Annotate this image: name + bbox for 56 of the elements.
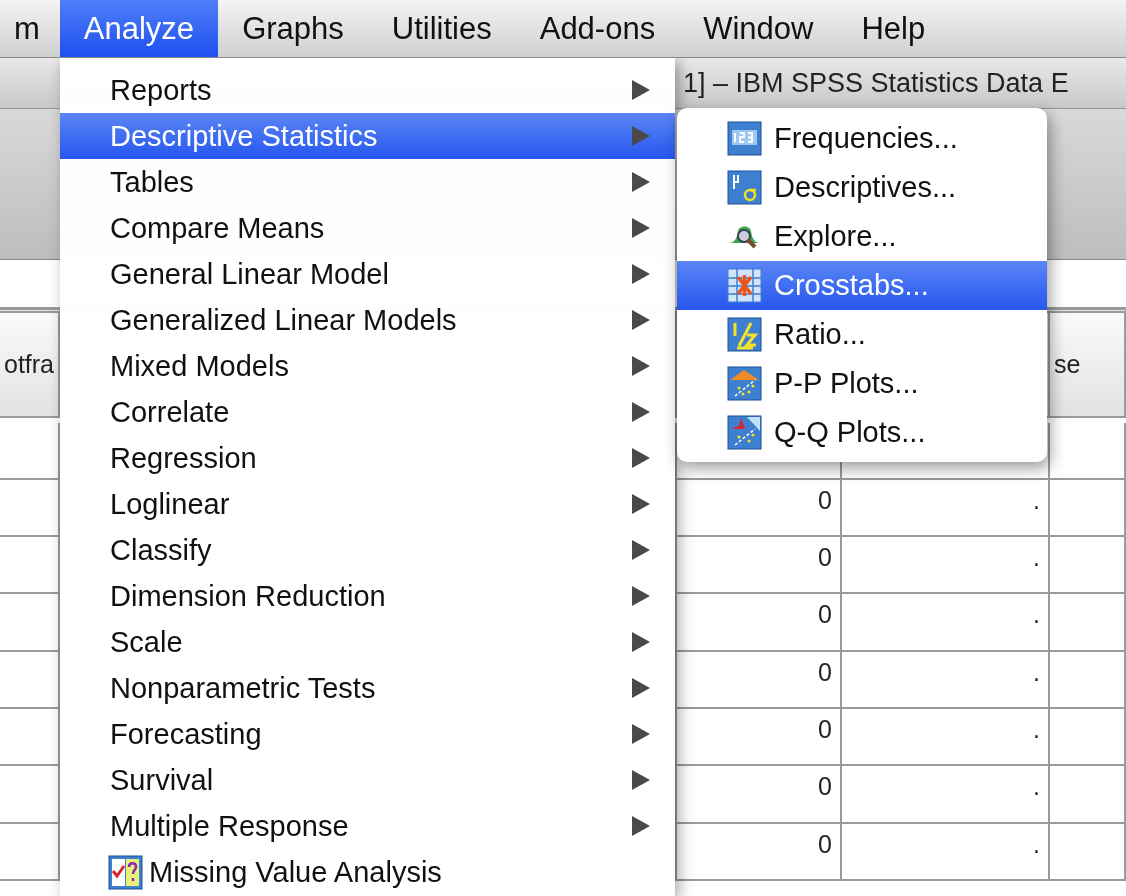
table-cell: 0 — [677, 479, 842, 538]
menu-item[interactable]: Nonparametric Tests — [60, 665, 675, 711]
column-header[interactable]: se — [1050, 308, 1126, 418]
menu-title[interactable]: Help — [837, 0, 950, 57]
menu-item[interactable]: Loglinear — [60, 481, 675, 527]
menu-item[interactable]: Forecasting — [60, 711, 675, 757]
menu-item[interactable]: Ratio... — [677, 310, 1047, 359]
menu-item[interactable]: Descriptive Statistics — [60, 113, 675, 159]
statistics-icon — [727, 170, 762, 205]
menu-item[interactable]: Classify — [60, 527, 675, 573]
menu-title[interactable]: Analyze — [59, 0, 219, 57]
menu-item[interactable]: Crosstabs... — [677, 261, 1047, 310]
menu-item[interactable]: Missing Value Analysis — [60, 849, 675, 895]
crosstab-icon — [727, 268, 762, 303]
menu-title[interactable]: Add-ons — [515, 0, 680, 57]
menu-item[interactable]: Scale — [60, 619, 675, 665]
table-cell: . — [842, 766, 1050, 824]
menu-item[interactable]: Q-Q Plots... — [677, 408, 1047, 457]
menu-item[interactable]: Survival — [60, 757, 675, 803]
menu-item[interactable]: Reports — [60, 67, 675, 113]
table-cell: 0 — [677, 651, 842, 710]
menu-title[interactable]: Utilities — [367, 0, 516, 57]
menu-item[interactable]: Frequencies... — [677, 114, 1047, 163]
table-cell: 0 — [677, 823, 842, 881]
menu-item[interactable]: Dimension Reduction — [60, 573, 675, 619]
menu-item[interactable]: Tables — [60, 159, 675, 205]
table-icon — [727, 121, 762, 156]
menu-item[interactable]: Correlate — [60, 389, 675, 435]
menu-item[interactable]: Generalized Linear Models — [60, 297, 675, 343]
menu-title[interactable]: Graphs — [218, 0, 368, 57]
plot-icon — [727, 366, 762, 401]
table-cell: . — [842, 594, 1050, 652]
plot-icon — [727, 415, 762, 450]
window-title: 1] – IBM SPSS Statistics Data E — [683, 67, 1069, 99]
table-cell: . — [842, 709, 1050, 767]
table-cell: . — [842, 823, 1050, 881]
column-header[interactable]: otfra — [0, 308, 60, 418]
table-cell: . — [842, 479, 1050, 538]
menu-item[interactable]: Compare Means — [60, 205, 675, 251]
checkmark-question-icon — [108, 854, 143, 890]
menu-item[interactable]: Regression — [60, 435, 675, 481]
table-cell: 0 — [677, 766, 842, 824]
table-cell: . — [842, 651, 1050, 710]
menu-item[interactable]: P-P Plots... — [677, 359, 1047, 408]
menu-item[interactable]: Explore... — [677, 212, 1047, 261]
table-cell: 0 — [677, 537, 842, 595]
table-cell: . — [842, 537, 1050, 595]
table-cell: 0 — [677, 709, 842, 767]
menu-title[interactable]: Window — [679, 0, 838, 57]
menu-item[interactable]: Mixed Models — [60, 343, 675, 389]
menu-item[interactable]: Multiple Response — [60, 803, 675, 849]
menu-item[interactable]: Descriptives... — [677, 163, 1047, 212]
menu-item[interactable]: General Linear Model — [60, 251, 675, 297]
fraction-icon — [727, 317, 762, 352]
table-cell: 0 — [677, 594, 842, 652]
menu-title[interactable]: m — [8, 0, 60, 57]
